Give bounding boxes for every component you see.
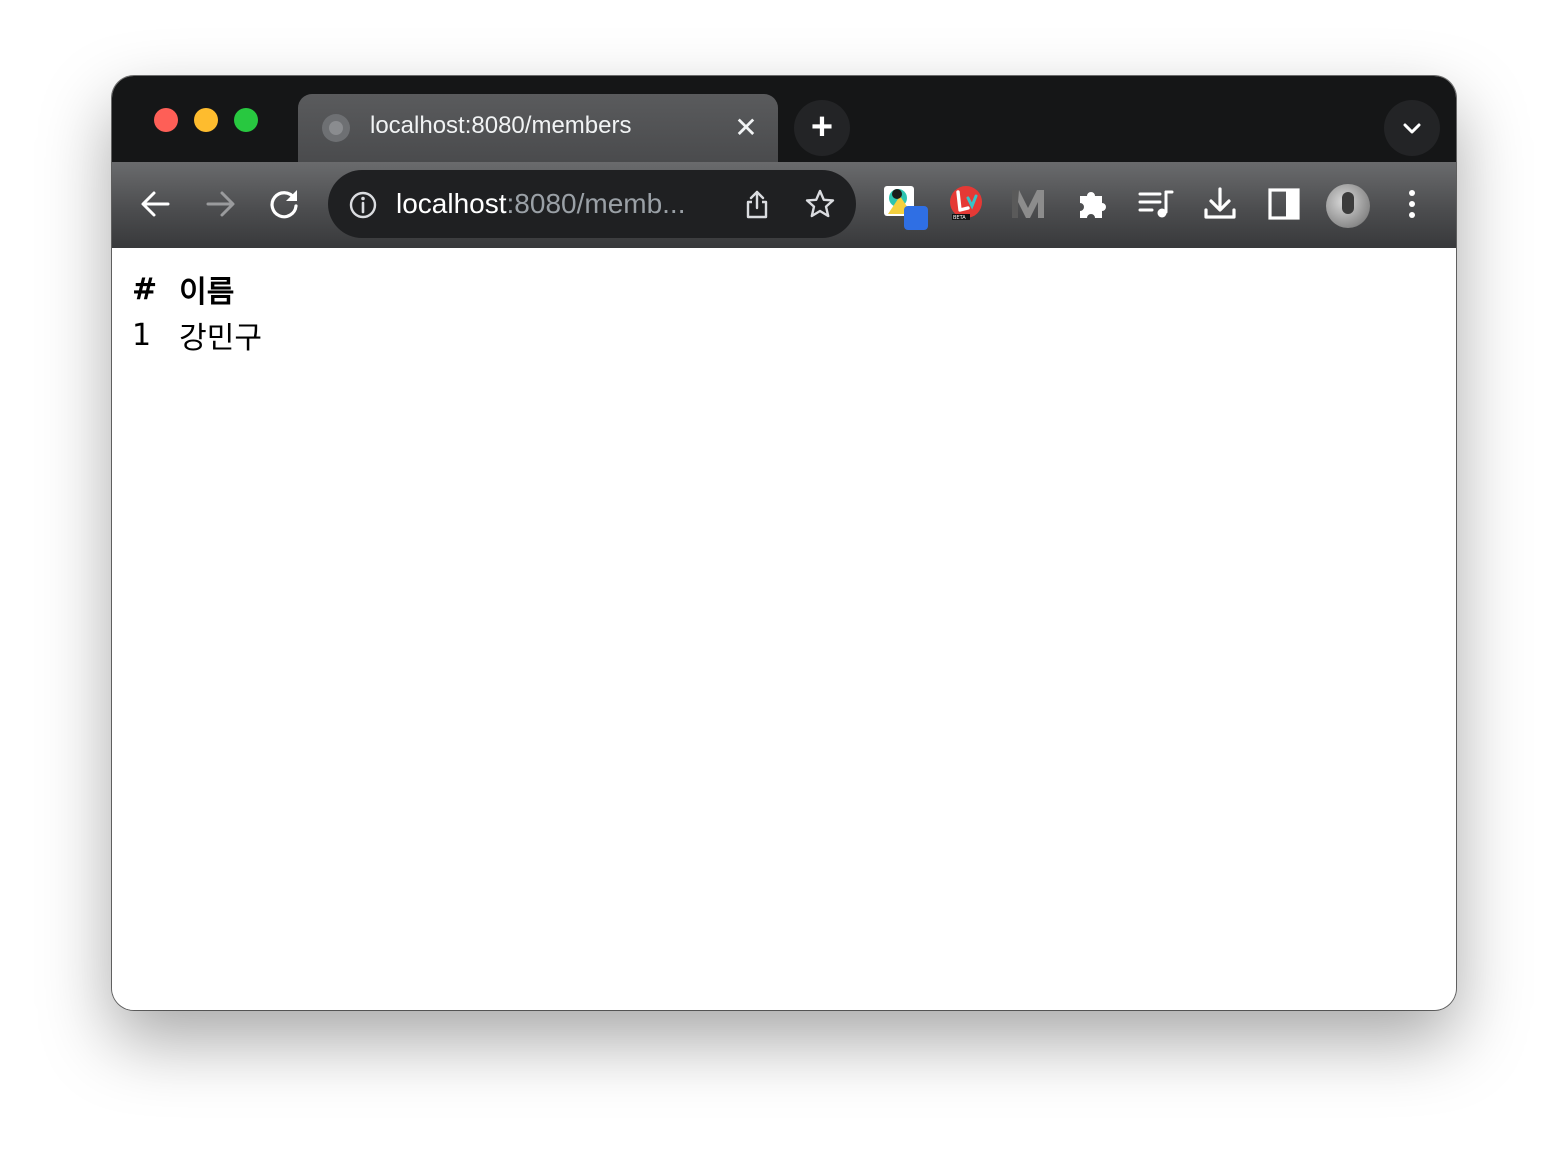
reload-icon [270,190,298,219]
puzzle-icon[interactable] [1072,184,1112,224]
members-table: # 이름 1 강민구 [132,266,266,358]
minimize-window-button[interactable] [194,108,218,132]
title-bar: localhost:8080/members ✕ + [112,76,1456,162]
table-header-row: # 이름 [132,266,266,312]
bookmark-star-icon[interactable] [804,188,836,220]
cell-number: 1 [132,317,152,353]
page-content: # 이름 1 강민구 [112,248,1456,1010]
arrow-right-icon [206,191,235,217]
globe-icon [322,114,350,142]
media-icon[interactable] [1136,184,1176,224]
table-row: 1 강민구 [132,312,266,358]
browser-toolbar: localhost:8080/memb... BETA [112,162,1456,248]
reload-button[interactable] [264,184,304,224]
close-tab-icon[interactable]: ✕ [730,112,762,144]
forward-button[interactable] [200,184,240,224]
info-icon[interactable] [348,190,378,220]
back-button[interactable] [136,184,176,224]
url-host: localhost [396,188,507,219]
tab-title: localhost:8080/members [370,112,632,139]
extension-1-icon[interactable] [882,184,928,230]
address-bar[interactable]: localhost:8080/memb... [328,170,856,238]
close-window-button[interactable] [154,108,178,132]
svg-text:BETA: BETA [953,215,966,221]
header-number: # [132,271,158,307]
url-path: :8080/memb... [506,188,686,219]
header-name: 이름 [179,275,235,310]
browser-window: localhost:8080/members ✕ + localhost:808… [112,76,1456,1010]
url-text[interactable]: localhost:8080/memb... [396,188,686,220]
extension-m-icon[interactable] [1008,184,1048,224]
extension-beta-icon[interactable]: BETA [946,184,986,224]
tab-search-button[interactable] [1384,100,1440,156]
sidepanel-icon[interactable] [1264,184,1304,224]
profile-avatar[interactable] [1326,184,1370,228]
browser-tab[interactable]: localhost:8080/members ✕ [298,94,778,162]
arrow-left-icon [141,191,170,217]
new-tab-button[interactable]: + [794,100,850,156]
chevron-down-icon [1403,123,1421,134]
cell-name: 강민구 [179,321,262,356]
menu-icon[interactable] [1392,184,1432,224]
share-icon[interactable] [742,188,772,220]
download-icon[interactable] [1200,184,1240,224]
maximize-window-button[interactable] [234,108,258,132]
